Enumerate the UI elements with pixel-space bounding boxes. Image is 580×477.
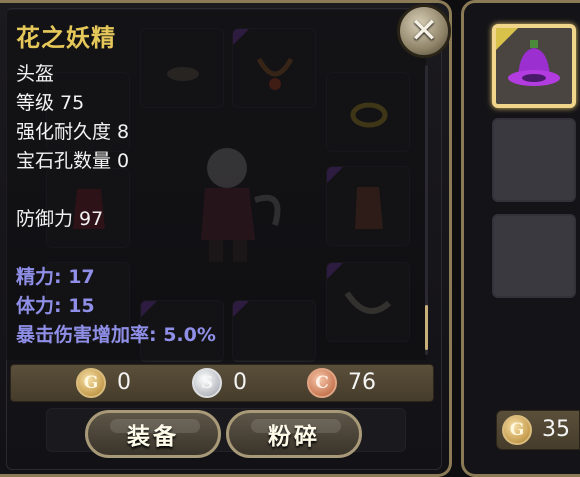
close-button[interactable]: ✕	[397, 4, 451, 58]
close-icon: ✕	[409, 11, 439, 51]
gold-coin-icon: G	[502, 415, 532, 445]
inventory-slot-selected[interactable]	[492, 24, 576, 108]
item-durability: 强化耐久度 8	[16, 121, 130, 143]
copper-coin-icon: C	[307, 368, 337, 398]
gold-coin-icon: G	[76, 368, 106, 398]
item-name: 花之妖精	[16, 24, 116, 52]
scrollbar-thumb[interactable]	[425, 305, 428, 350]
inventory-slot[interactable]	[492, 118, 576, 202]
item-type: 头盔	[16, 63, 55, 85]
inventory-slot[interactable]	[492, 214, 576, 298]
gold-amount: 0	[117, 370, 131, 395]
copper-amount: 76	[348, 370, 376, 395]
silver-amount: 0	[233, 370, 247, 395]
purple-hat-icon	[496, 28, 560, 86]
equip-button[interactable]: 装备	[85, 410, 221, 458]
bonus-stat: 精力: 17	[16, 266, 95, 288]
smash-button[interactable]: 粉碎	[226, 410, 362, 458]
bonus-stat: 体力: 15	[16, 295, 95, 317]
side-gold-amount: 35	[542, 417, 570, 442]
bonus-stat: 暴击伤害增加率: 5.0%	[16, 324, 216, 346]
item-sockets: 宝石孔数量 0	[16, 150, 130, 172]
item-level: 等级 75	[16, 92, 85, 114]
silver-coin-icon: S	[192, 368, 222, 398]
item-defense: 防御力 97	[16, 208, 104, 230]
